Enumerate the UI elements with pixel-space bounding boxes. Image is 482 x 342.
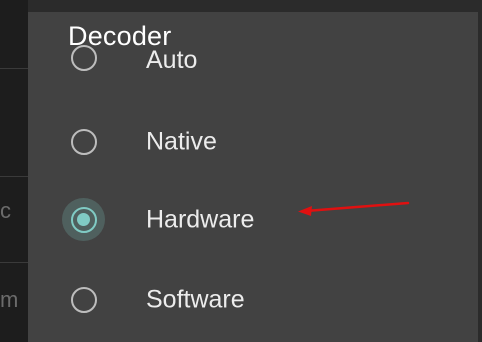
background-text-fragment: m	[0, 287, 19, 312]
option-label: Software	[146, 285, 245, 314]
decoder-dialog: Decoder Auto Native Hardware Software	[28, 12, 478, 342]
radio-checked-icon[interactable]	[62, 198, 105, 241]
radio-unchecked-icon[interactable]	[71, 129, 97, 155]
option-native[interactable]: Native	[28, 112, 478, 172]
dialog-title: Decoder	[68, 21, 172, 51]
screenshot-frame: c m Decoder Auto Native Hardware Softwar…	[0, 0, 482, 342]
option-label: Native	[146, 127, 217, 156]
option-software[interactable]: Software	[28, 270, 478, 330]
background-divider	[0, 68, 28, 69]
option-hardware[interactable]: Hardware	[28, 190, 478, 250]
background-text-fragment: c	[0, 198, 11, 223]
red-annotation-arrow-icon	[298, 201, 410, 216]
background-divider	[0, 262, 28, 263]
option-label: Hardware	[146, 205, 255, 234]
background-divider	[0, 176, 28, 177]
background-settings-list: c m	[0, 0, 28, 342]
radio-unchecked-icon[interactable]	[71, 287, 97, 313]
